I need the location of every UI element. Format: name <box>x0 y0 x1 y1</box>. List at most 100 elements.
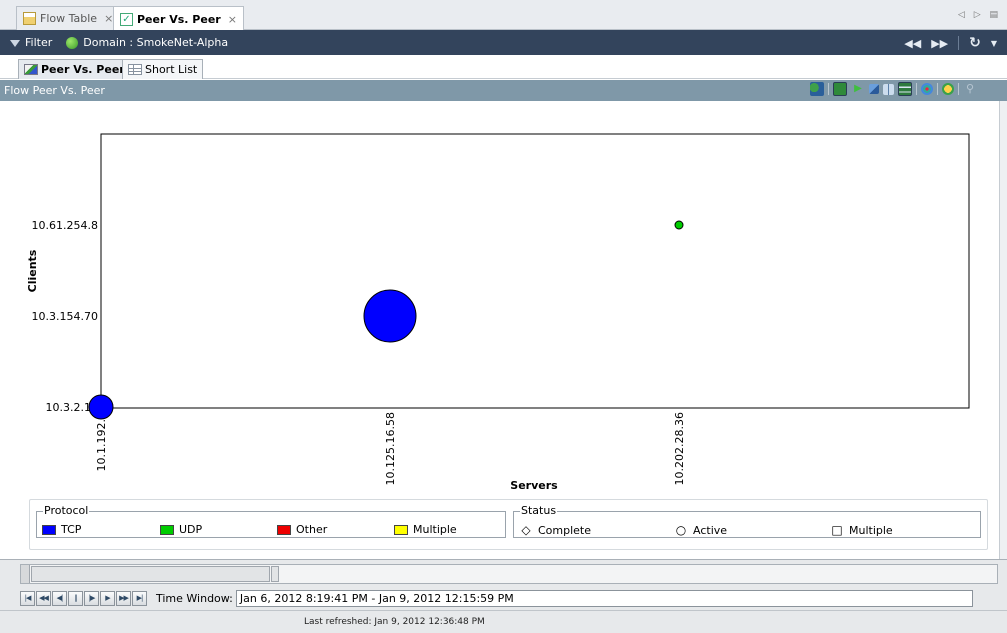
doc-tab-flow-table[interactable]: Flow Table × <box>16 6 121 30</box>
legend-item-tcp: TCP <box>42 523 81 536</box>
status-legend: Status ◇ Complete ○ Active □ Multiple <box>513 504 981 538</box>
x-axis-label: Servers <box>510 479 558 492</box>
legend-item-multiple-status: □ Multiple <box>830 523 893 537</box>
legend-label: Multiple <box>413 523 457 536</box>
toolbar-divider <box>958 83 959 95</box>
view-tab-label: Short List <box>145 63 198 76</box>
legend-item-active: ○ Active <box>674 523 727 537</box>
fast-forward-icon[interactable]: ▶▶ <box>931 37 948 50</box>
check-icon: ✓ <box>120 12 133 26</box>
filter-button[interactable]: Filter <box>10 36 52 49</box>
pause-icon[interactable]: || <box>68 590 83 606</box>
filter-label: Filter <box>25 36 53 49</box>
status-legend-title: Status <box>520 504 558 517</box>
legend-label: Multiple <box>849 523 893 537</box>
time-window-label: Time Window: <box>156 591 233 605</box>
legend-item-multiple: Multiple <box>394 523 457 536</box>
y-tick-label: 10.3.154.70 <box>32 310 98 323</box>
data-point[interactable] <box>674 220 684 230</box>
peer-chart[interactable]: 10.3.2.1310.3.154.7010.61.254.8 10.1.192… <box>0 101 1000 501</box>
bubble-chart-icon[interactable] <box>833 82 847 96</box>
step-back-icon[interactable]: ◀| <box>52 590 67 606</box>
zoom-icon[interactable]: ⚲ <box>963 82 977 96</box>
x-tick-label: 10.125.16.58 <box>384 412 397 485</box>
rewind-icon[interactable]: ◀◀ <box>904 37 921 50</box>
doc-tab-label: Peer Vs. Peer <box>137 12 221 26</box>
multiple-swatch <box>394 524 408 535</box>
palette-icon[interactable] <box>921 83 933 95</box>
toolbar-divider <box>828 83 829 95</box>
hierarchy-icon[interactable] <box>810 82 824 96</box>
slider-range[interactable] <box>31 566 270 582</box>
toolbar-divider <box>916 83 917 95</box>
last-icon[interactable]: ▶| <box>132 590 147 606</box>
columns-icon[interactable] <box>883 83 894 95</box>
doc-tab-peer-vs-peer[interactable]: ✓ Peer Vs. Peer × <box>113 6 244 31</box>
timeline-panel: |◀ ◀◀ ◀| || |▶ ▶ ▶▶ ▶| Time Window: Jan … <box>0 559 1007 610</box>
slider-handle[interactable] <box>271 566 279 582</box>
fast-forward-icon[interactable]: ▶▶ <box>116 590 131 606</box>
plot-area <box>100 133 970 409</box>
square-icon: □ <box>831 523 843 537</box>
play-icon[interactable]: ▶ <box>100 590 115 606</box>
view-tab-label: Peer Vs. Peer <box>41 63 125 76</box>
data-point[interactable] <box>363 289 417 343</box>
cube-icon[interactable] <box>869 84 879 94</box>
chart-panel: 10.3.2.13 10.3.154.70 10.61.254.8 10.1.192… <box>0 101 1000 559</box>
panel-header: Flow Peer Vs. Peer ▶ ⚲ <box>0 80 1007 101</box>
legend-label: Active <box>693 523 728 537</box>
tab-scroll-controls[interactable]: ◁ ▷ ▤ <box>958 10 1001 20</box>
view-tab-bar: Peer Vs. Peer Short List <box>0 55 1007 79</box>
legend-label: Complete <box>538 523 592 537</box>
toolbar-divider <box>937 83 938 95</box>
panel-title: Flow Peer Vs. Peer <box>4 84 105 97</box>
protocol-legend: Protocol TCP UDP Other Multiple <box>36 504 506 538</box>
legend-label: Other <box>296 523 328 536</box>
legend-item-other: Other <box>277 523 327 536</box>
chart-icon <box>24 64 38 75</box>
fast-rewind-icon[interactable]: ◀◀ <box>36 590 51 606</box>
x-axis: 10.1.192.5 10.125.16.58 10.202.28.36 <box>95 412 686 485</box>
export-icon[interactable] <box>942 83 954 95</box>
data-point[interactable] <box>88 394 114 420</box>
circle-icon: ○ <box>675 523 687 537</box>
slider-left-cap[interactable] <box>21 565 30 583</box>
diamond-icon: ◇ <box>521 523 531 537</box>
legend-label: TCP <box>61 523 82 536</box>
step-forward-icon[interactable]: |▶ <box>84 590 99 606</box>
domain-selector[interactable]: Domain : SmokeNet-Alpha <box>66 36 228 49</box>
vertical-scrollbar[interactable] <box>1000 101 1007 559</box>
time-window-field[interactable]: Jan 6, 2012 8:19:41 PM - Jan 9, 2012 12:… <box>235 589 973 607</box>
first-icon[interactable]: |◀ <box>20 590 35 606</box>
chevron-down-icon[interactable]: ▼ <box>991 39 997 48</box>
domain-label: Domain : SmokeNet-Alpha <box>83 36 229 49</box>
close-icon[interactable]: × <box>104 12 113 25</box>
play-icon[interactable]: ▶ <box>851 82 865 96</box>
status-bar: Last refreshed: Jan 9, 2012 12:36:48 PM <box>0 610 1007 633</box>
other-swatch <box>277 524 291 535</box>
close-icon[interactable]: × <box>228 13 237 26</box>
x-tick-label: 10.1.192.5 <box>95 412 108 471</box>
toolbar-right-controls: ◀◀ ▶▶ ↻ ▼ <box>904 35 997 51</box>
y-axis-label: Clients <box>26 249 39 292</box>
grid-icon <box>128 64 142 75</box>
panel-toolbar: ▶ ⚲ <box>810 82 977 96</box>
list-view-icon[interactable] <box>898 82 912 96</box>
toolbar-divider <box>958 36 960 50</box>
filter-icon <box>10 40 20 47</box>
legend-label: UDP <box>179 523 203 536</box>
time-slider[interactable] <box>20 564 998 584</box>
protocol-legend-title: Protocol <box>43 504 90 517</box>
doc-tab-label: Flow Table <box>40 12 98 25</box>
legend-item-udp: UDP <box>160 523 202 536</box>
y-axis: 10.3.2.1310.3.154.7010.61.254.8 <box>32 219 98 414</box>
refresh-icon[interactable]: ↻ <box>969 35 981 51</box>
main-toolbar: Filter Domain : SmokeNet-Alpha ◀◀ ▶▶ ↻ ▼ <box>0 30 1007 55</box>
domain-icon <box>66 36 79 49</box>
tab-short-list[interactable]: Short List <box>122 59 204 79</box>
playback-controls: |◀ ◀◀ ◀| || |▶ ▶ ▶▶ ▶| Time Window: Jan … <box>20 588 998 608</box>
tab-peer-vs-peer[interactable]: Peer Vs. Peer <box>18 59 131 79</box>
tcp-swatch <box>42 524 56 535</box>
last-refreshed-text: Last refreshed: Jan 9, 2012 12:36:48 PM <box>304 617 485 627</box>
x-tick-label: 10.202.28.36 <box>673 412 686 485</box>
